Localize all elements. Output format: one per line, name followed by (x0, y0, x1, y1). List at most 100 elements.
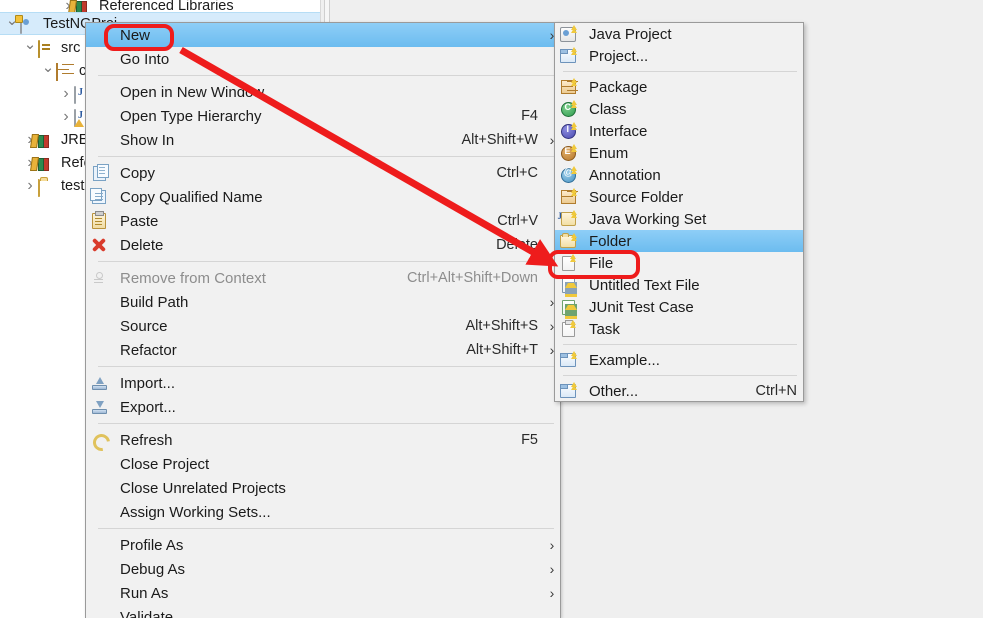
menu-item-label: Open Type Hierarchy (120, 107, 262, 125)
menu-item-refactor[interactable]: Refactor Alt+Shift+T › (86, 338, 560, 362)
project-icon (555, 45, 581, 67)
submenu-item-java-project[interactable]: Java Project (555, 23, 803, 45)
menu-item-go-into[interactable]: Go Into › (86, 47, 560, 71)
menu-item-copy[interactable]: Copy Ctrl+C › (86, 161, 560, 185)
submenu-item-other[interactable]: Other... Ctrl+N (555, 380, 803, 401)
tree-item-jre[interactable]: JRE (0, 128, 88, 151)
submenu-item-project[interactable]: Project... (555, 45, 803, 67)
submenu-item-label: Example... (589, 351, 660, 369)
source-folder-icon (555, 186, 581, 208)
submenu-item-file[interactable]: File (555, 252, 803, 274)
menu-item-label: Import... (120, 374, 176, 392)
menu-item-import[interactable]: Import... › (86, 371, 560, 395)
menu-item-label: Close Unrelated Projects (120, 479, 286, 497)
menu-item-delete[interactable]: Delete Delete › (86, 233, 560, 257)
menu-item-label: Validate (120, 608, 174, 618)
folder-icon (555, 230, 581, 252)
menu-item-paste[interactable]: Paste Ctrl+V › (86, 209, 560, 233)
menu-item-export[interactable]: Export... › (86, 395, 560, 419)
chevron-placeholder: › (544, 610, 560, 618)
submenu-separator (563, 375, 797, 376)
tree-item-referenced[interactable]: Refe (0, 151, 92, 174)
submenu-item-accelerator: Ctrl+N (755, 383, 798, 399)
menu-icon-slot (86, 476, 112, 500)
menu-item-remove-from-context: Remove from Context Ctrl+Alt+Shift+Down … (86, 266, 560, 290)
tree-twisty-icon[interactable] (22, 40, 38, 55)
menu-item-label: Delete (120, 236, 164, 254)
menu-item-accelerator: Ctrl+Alt+Shift+Down (407, 270, 538, 286)
submenu-item-untitled-text-file[interactable]: Untitled Text File (555, 274, 803, 296)
tree-twisty-icon[interactable] (40, 63, 56, 78)
submenu-separator (563, 71, 797, 72)
menu-item-copy-qualified-name[interactable]: Copy Qualified Name › (86, 185, 560, 209)
menu-icon-slot (86, 290, 112, 314)
submenu-item-class[interactable]: Class (555, 98, 803, 120)
refresh-icon (86, 428, 112, 452)
menu-separator (98, 366, 554, 367)
tree-item-src[interactable]: src (0, 36, 80, 59)
menu-icon-slot (86, 500, 112, 524)
menu-item-validate[interactable]: Validate › (86, 605, 560, 618)
source-folder-icon (38, 39, 56, 58)
new-submenu[interactable]: Java Project Project... Package Class In… (554, 22, 804, 402)
submenu-item-source-folder[interactable]: Source Folder (555, 186, 803, 208)
menu-item-source[interactable]: Source Alt+Shift+S › (86, 314, 560, 338)
submenu-item-enum[interactable]: Enum (555, 142, 803, 164)
submenu-item-junit-test-case[interactable]: JUnit Test Case (555, 296, 803, 318)
library-icon (38, 155, 56, 171)
menu-icon-slot (86, 557, 112, 581)
menu-item-debug-as[interactable]: Debug As › (86, 557, 560, 581)
menu-item-open-in-new-window[interactable]: Open in New Window › (86, 80, 560, 104)
menu-item-label: Paste (120, 212, 159, 230)
menu-separator (98, 261, 554, 262)
menu-icon-slot (86, 104, 112, 128)
chevron-placeholder: › (544, 400, 560, 414)
java-working-set-icon (555, 208, 581, 230)
project-context-menu[interactable]: New › Go Into › Open in New Window › Ope… (85, 22, 561, 618)
example-icon (555, 349, 581, 371)
eclipse-window: Referenced Libraries TestNGProj src c J … (0, 0, 983, 618)
submenu-item-interface[interactable]: Interface (555, 120, 803, 142)
menu-item-open-type-hierarchy[interactable]: Open Type Hierarchy F4 › (86, 104, 560, 128)
chevron-placeholder: › (544, 481, 560, 495)
menu-item-label: Build Path (120, 293, 189, 311)
menu-item-accelerator: Alt+Shift+S (465, 318, 538, 334)
menu-item-show-in[interactable]: Show In Alt+Shift+W › (86, 128, 560, 152)
menu-item-assign-working-sets[interactable]: Assign Working Sets... › (86, 500, 560, 524)
menu-item-label: Remove from Context (120, 269, 266, 287)
menu-item-profile-as[interactable]: Profile As › (86, 533, 560, 557)
tree-twisty-icon[interactable] (22, 178, 38, 194)
menu-item-refresh[interactable]: Refresh F5 › (86, 428, 560, 452)
tree-item-package-c[interactable]: c (0, 59, 86, 82)
submenu-item-label: JUnit Test Case (589, 298, 694, 316)
menu-item-run-as[interactable]: Run As › (86, 581, 560, 605)
tree-item-test[interactable]: test (0, 174, 84, 197)
submenu-item-label: File (589, 254, 614, 272)
submenu-item-example[interactable]: Example... (555, 349, 803, 371)
copy-icon (86, 161, 112, 185)
menu-item-label: Go Into (120, 50, 170, 68)
menu-item-accelerator: F4 (521, 108, 538, 124)
menu-item-build-path[interactable]: Build Path › (86, 290, 560, 314)
menu-separator (98, 528, 554, 529)
menu-item-label: Refactor (120, 341, 177, 359)
library-icon (38, 132, 56, 148)
menu-item-label: Copy Qualified Name (120, 188, 263, 206)
submenu-item-annotation[interactable]: Annotation (555, 164, 803, 186)
submenu-item-package[interactable]: Package (555, 76, 803, 98)
menu-item-close-unrelated-projects[interactable]: Close Unrelated Projects › (86, 476, 560, 500)
chevron-placeholder: › (544, 505, 560, 519)
text-file-icon (555, 274, 581, 296)
submenu-item-folder[interactable]: Folder (555, 230, 803, 252)
menu-item-close-project[interactable]: Close Project › (86, 452, 560, 476)
submenu-item-task[interactable]: Task (555, 318, 803, 340)
submenu-item-label: Java Project (589, 25, 672, 43)
task-icon (555, 318, 581, 340)
menu-item-accelerator: F5 (521, 432, 538, 448)
tree-twisty-icon[interactable] (58, 109, 74, 125)
menu-icon-slot (86, 533, 112, 557)
submenu-item-java-working-set[interactable]: Java Working Set (555, 208, 803, 230)
menu-item-new[interactable]: New › (86, 23, 560, 47)
submenu-item-label: Package (589, 78, 648, 96)
tree-twisty-icon[interactable] (58, 86, 74, 102)
